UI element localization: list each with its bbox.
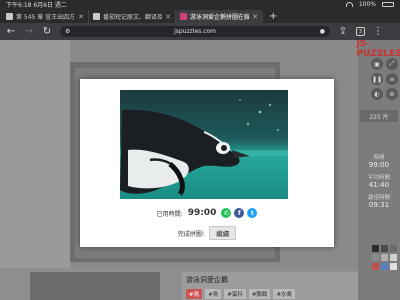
twitter-icon[interactable]: t: [247, 208, 258, 218]
puzzle-image: [120, 90, 288, 199]
menu-icon[interactable]: ≡: [386, 73, 398, 85]
color-swatch[interactable]: [372, 245, 379, 252]
tab-1[interactable]: 第 545 章 宣王出四方 (文 ✕: [2, 10, 89, 23]
time-label: 時間: [373, 155, 385, 161]
pause-icon[interactable]: ❚❚: [371, 73, 383, 85]
background-swatches: [372, 245, 397, 270]
expand-icon[interactable]: ⤢: [386, 58, 398, 70]
completed-label: 完成拼圖!: [177, 230, 205, 238]
forward-icon[interactable]: →: [24, 26, 34, 37]
wifi-icon: [345, 2, 353, 7]
settings-icon[interactable]: ⚙: [386, 88, 398, 100]
puzzle-info: 游泳洞愛企鵝 #鳥 #鳥 #蛋科 #鸚鵡 #水禽: [182, 272, 358, 300]
battery-percent: 100%: [358, 1, 376, 8]
close-icon[interactable]: ✕: [78, 13, 84, 21]
url-text: jspuzzles.com: [174, 28, 217, 35]
avg-time-value: 41:40: [368, 181, 390, 189]
new-tab-icon[interactable]: +: [269, 11, 277, 23]
tab-title: 第 545 章 宣王出四方 (文: [16, 14, 76, 21]
tag[interactable]: #鸚鵡: [248, 289, 271, 299]
color-swatch[interactable]: [381, 245, 388, 252]
battery-icon: [382, 2, 394, 7]
time-value: 99:00: [368, 161, 390, 169]
whatsapp-icon[interactable]: ✆: [221, 208, 232, 218]
avg-time-label: 平均時間: [367, 175, 390, 181]
status-time-date: 下午6:18 6月6日 週二: [6, 2, 67, 9]
color-swatch[interactable]: [381, 263, 388, 270]
tab-bar: 第 545 章 宣王出四方 (文 ✕ 番茄短记原文、翻译及赏析 ✕ 游泳洞爱企鹅…: [0, 9, 400, 23]
penguin-image: [120, 90, 288, 199]
left-margin: [0, 40, 70, 270]
color-swatch[interactable]: [390, 254, 397, 261]
site-logo[interactable]: JS-PUZZLES: [356, 40, 400, 59]
tag[interactable]: #蛋科: [224, 289, 246, 299]
completion-row: 完成拼圖! 繼續: [80, 226, 334, 240]
status-indicators: 100%: [345, 1, 394, 8]
tag-list: #鳥 #鳥 #蛋科 #鸚鵡 #水禽: [186, 289, 354, 299]
tab-title: 番茄短记原文、翻译及赏析: [103, 14, 162, 21]
close-icon[interactable]: ✕: [252, 13, 258, 21]
best-time-label: 最佳時間: [367, 195, 390, 201]
browser-toolbar: ← → ↻ ⚙ jspuzzles.com ● ⇪ 3 ⋮: [0, 23, 400, 40]
share-icon[interactable]: ⇪: [338, 26, 348, 37]
more-menu-icon[interactable]: ⋮: [373, 26, 383, 37]
best-time-value: 09:31: [368, 201, 390, 209]
site-info-icon[interactable]: ⚙: [65, 28, 70, 35]
address-bar[interactable]: ⚙ jspuzzles.com ●: [60, 26, 330, 37]
elapsed-row: 已用時間: 99:00 ✆ f t: [80, 208, 334, 218]
reload-icon[interactable]: ↻: [42, 26, 52, 37]
piece-icon[interactable]: ▣: [371, 58, 383, 70]
tab-favicon: [93, 13, 100, 20]
tab-title: 游泳洞爱企鹅拼圖在線 |: [190, 14, 250, 21]
color-swatch[interactable]: [390, 263, 397, 270]
puzzle-title: 游泳洞愛企鵝: [186, 276, 228, 284]
tab-count-button[interactable]: 3: [356, 27, 365, 36]
back-icon[interactable]: ←: [6, 26, 16, 37]
color-swatch[interactable]: [390, 245, 397, 252]
color-swatch[interactable]: [372, 263, 379, 270]
elapsed-time: 99:00: [187, 208, 217, 218]
color-swatch[interactable]: [381, 254, 388, 261]
facebook-icon[interactable]: f: [234, 208, 245, 218]
mic-icon[interactable]: ●: [320, 28, 325, 35]
ad-banner[interactable]: [30, 272, 160, 300]
pieces-count: 225 片: [360, 110, 398, 122]
tab-2[interactable]: 番茄短记原文、翻译及赏析 ✕: [89, 10, 176, 23]
tab-favicon: [6, 13, 13, 20]
elapsed-label: 已用時間:: [156, 210, 183, 218]
image-preview-icon[interactable]: ◐: [371, 88, 383, 100]
below-puzzle: 游泳洞愛企鵝 #鳥 #鳥 #蛋科 #鸚鵡 #水禽: [0, 268, 358, 300]
close-icon[interactable]: ✕: [165, 13, 171, 21]
tab-3-active[interactable]: 游泳洞爱企鹅拼圖在線 | ✕: [176, 10, 263, 23]
color-swatch[interactable]: [372, 254, 379, 261]
tag[interactable]: #鳥: [186, 289, 203, 299]
continue-button[interactable]: 繼續: [209, 226, 237, 240]
status-bar: 下午6:18 6月6日 週二 100%: [0, 0, 400, 9]
tab-favicon: [180, 13, 187, 20]
completion-dialog: 已用時間: 99:00 ✆ f t 完成拼圖! 繼續: [80, 79, 334, 247]
tag[interactable]: #水禽: [273, 289, 296, 299]
tag[interactable]: #鳥: [205, 289, 222, 299]
